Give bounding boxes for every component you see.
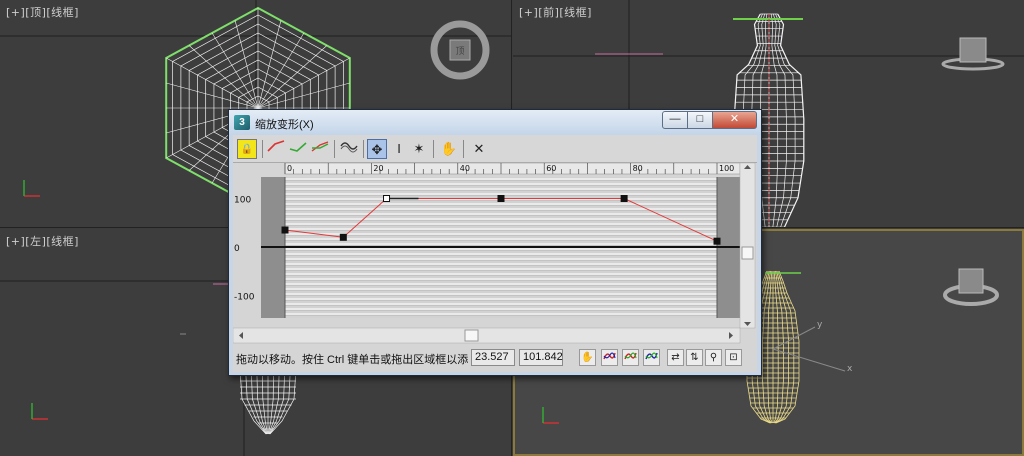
zoom-vertical-icon[interactable]: ⇅ <box>686 349 703 366</box>
dialog-titlebar[interactable]: 3 缩放变形(X) — □ ✕ <box>229 110 761 135</box>
curve-control-point <box>281 226 289 234</box>
pan-icon[interactable]: ✋ <box>579 349 596 366</box>
zoom-extents-icon[interactable] <box>601 349 618 366</box>
deform-toolbar: 🔒 ✥ Ι ✶ ✋ ✕ <box>233 135 757 163</box>
ruler-tick-label: 80 <box>633 164 643 173</box>
deform-graph[interactable]: 0 20 40 60 80 100 100 0 -100 <box>232 162 757 344</box>
x-value-field[interactable]: 23.527 <box>471 349 515 366</box>
deform-graph-area[interactable]: 0 20 40 60 80 100 100 0 -100 <box>232 162 757 344</box>
toolbar-separator <box>433 140 434 158</box>
y-tick-label: -100 <box>234 293 255 303</box>
app-icon: 3 <box>234 115 250 130</box>
curve-control-point <box>713 237 721 245</box>
move-control-point-icon[interactable]: ✥ <box>367 139 387 159</box>
y-tick-label: 0 <box>234 244 240 254</box>
zoom-vertical-extents-icon[interactable] <box>643 349 660 366</box>
ruler-tick-label: 100 <box>719 164 734 173</box>
curve-control-point <box>383 195 391 202</box>
zoom-icon[interactable]: ⚲ <box>705 349 722 366</box>
maximize-button[interactable]: □ <box>688 111 713 129</box>
delete-control-point-icon[interactable]: ✋ <box>439 139 459 159</box>
zoom-horizontal-icon[interactable]: ⇄ <box>667 349 684 366</box>
toolbar-separator <box>363 140 364 158</box>
minimize-button[interactable]: — <box>662 111 688 129</box>
toolbar-separator <box>334 140 335 158</box>
y-value-field[interactable]: 101.842 <box>519 349 563 366</box>
window-controls: — □ ✕ <box>662 111 757 129</box>
viewport-front-label[interactable]: [+][前][线框] <box>519 4 592 20</box>
viewport-left-label[interactable]: [+][左][线框] <box>6 233 79 249</box>
dialog-statusbar: 拖动以移动。按住 Ctrl 键单击或拖出区域框以添 23.527 101.842… <box>233 346 757 370</box>
dialog-title: 缩放变形(X) <box>255 119 314 131</box>
svg-text:y: y <box>817 320 823 330</box>
curve-y-icon[interactable] <box>288 139 308 159</box>
curve-control-point <box>339 233 347 241</box>
y-tick-label: 100 <box>234 196 251 206</box>
ruler-tick-label: 20 <box>373 164 383 173</box>
toolbar-separator <box>463 140 464 158</box>
ruler-tick-label: 0 <box>287 164 292 173</box>
ruler-tick-label: 60 <box>546 164 556 173</box>
zoom-region-icon[interactable]: ⊡ <box>725 349 742 366</box>
ruler-tick-label: 40 <box>460 164 470 173</box>
zoom-horizontal-extents-icon[interactable] <box>622 349 639 366</box>
viewport-top-label[interactable]: [+][顶][线框] <box>6 4 79 20</box>
curve-xy-icon[interactable] <box>310 139 330 159</box>
svg-text:x: x <box>847 364 853 374</box>
scale-deformation-dialog[interactable]: 3 缩放变形(X) — □ ✕ 🔒 ✥ Ι ✶ ✋ ✕ 0 20 40 60 8… <box>228 109 762 376</box>
swap-curves-icon[interactable] <box>339 139 359 159</box>
dialog-client: 🔒 ✥ Ι ✶ ✋ ✕ 0 20 40 60 80 100 100 0 -100… <box>232 135 757 372</box>
status-message: 拖动以移动。按住 Ctrl 键单击或拖出区域框以添 <box>236 354 469 366</box>
curve-control-point <box>497 195 505 202</box>
toolbar-separator <box>262 140 263 158</box>
insert-corner-point-icon[interactable]: ✶ <box>409 139 429 159</box>
curve-control-point <box>620 195 628 202</box>
lock-icon[interactable]: 🔒 <box>237 139 257 159</box>
scale-control-point-icon[interactable]: Ι <box>389 139 409 159</box>
reset-curve-icon[interactable]: ✕ <box>469 139 489 159</box>
close-button[interactable]: ✕ <box>713 111 757 129</box>
svg-text:顶: 顶 <box>455 46 464 57</box>
curve-x-icon[interactable] <box>266 139 286 159</box>
max-workspace: 顶 [+][顶][线框] [+][前][线框] [+][左][线框] y x 3… <box>0 0 1024 456</box>
